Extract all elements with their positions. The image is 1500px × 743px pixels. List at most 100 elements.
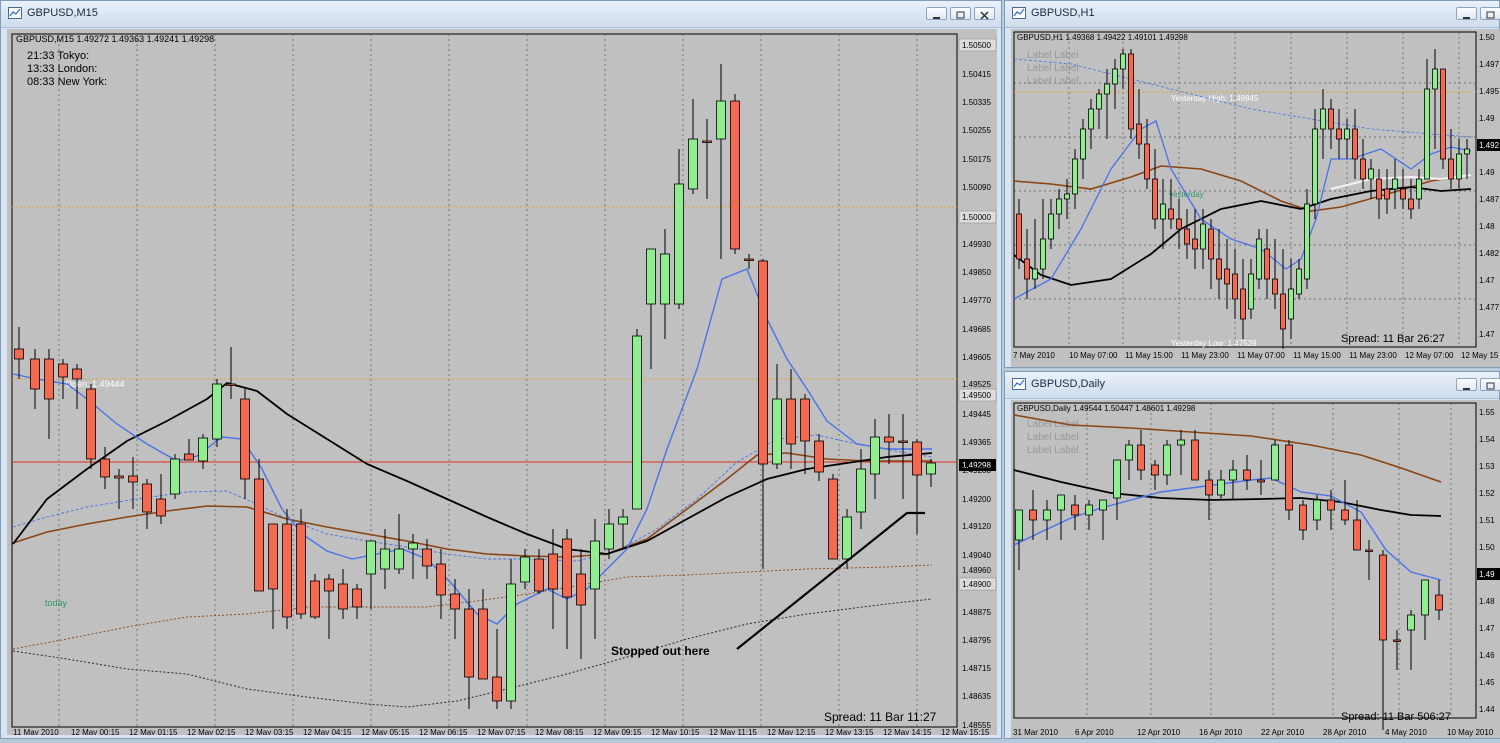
price-tick-label: 1.48875 [962, 608, 991, 617]
m15-chart-area[interactable]: Open: 1.49444 Stopped out here GBPUSD,M15 … [7, 29, 997, 737]
time-tick-label: 11 May 23:00 [1181, 351, 1229, 360]
price-tick-label: 1.492 [1479, 141, 1500, 150]
bearish-candle [296, 523, 306, 615]
overlay-label: Label Label [1027, 63, 1079, 74]
session-time: 21:33 Tokyo: [27, 50, 89, 62]
m15-window-title: GBPUSD,M15 [27, 7, 98, 19]
bearish-candle [1379, 554, 1387, 641]
time-tick-label: 11 May 2010 [13, 728, 59, 735]
bullish-candle [1424, 88, 1430, 180]
ohlc-header: GBPUSD,Daily 1.49544 1.50447 1.48601 1.4… [1017, 404, 1196, 413]
time-tick-label: 12 Apr 2010 [1137, 728, 1181, 737]
bullish-candle [1085, 504, 1093, 516]
bearish-candle [58, 363, 68, 378]
time-tick-label: 7 May 2010 [1013, 351, 1055, 360]
bullish-candle [1177, 439, 1185, 446]
time-tick-label: 10 May 07:00 [1069, 351, 1118, 360]
bullish-candle [632, 335, 642, 510]
price-tick-label: 1.49 [1479, 570, 1495, 579]
bearish-candle [1176, 218, 1182, 230]
price-tick-label: 1.44 [1479, 705, 1495, 714]
time-tick-label: 12 May 04:15 [303, 728, 352, 735]
bearish-candle [1137, 444, 1145, 471]
bearish-candle [1365, 549, 1373, 552]
minimize-button[interactable] [1456, 378, 1477, 391]
bullish-candle [1416, 178, 1422, 200]
bearish-candle [142, 483, 152, 513]
close-button[interactable] [974, 7, 995, 20]
time-tick-label: 12 May 03:15 [245, 728, 294, 735]
chart-window-icon [1012, 7, 1026, 19]
time-tick-label: 12 May 15 [1461, 351, 1499, 360]
minimize-icon [1463, 17, 1470, 19]
bearish-candle [1440, 68, 1446, 160]
restore-button[interactable] [950, 7, 971, 20]
bullish-candle [1217, 479, 1225, 496]
close-icon [980, 11, 989, 20]
price-tick-label: 1.50 [1479, 543, 1495, 552]
bearish-candle [156, 498, 166, 517]
m15-titlebar[interactable]: GBPUSD,M15 [1, 1, 1001, 28]
time-tick-label: 4 May 2010 [1385, 728, 1427, 737]
price-tick-label: 1.47 [1479, 330, 1495, 339]
time-tick-label: 12 May 09:15 [593, 728, 642, 735]
bullish-candle [1113, 459, 1121, 499]
bullish-candle [1015, 509, 1023, 541]
h1-chart-area[interactable]: Yesterday High: 1.49845 Yesterday Low: 1.… [1011, 29, 1500, 367]
bullish-candle [674, 183, 684, 305]
restore-button[interactable] [1480, 7, 1500, 20]
price-tick-label: 1.49 [1479, 114, 1495, 123]
price-tick-label: 1.49605 [962, 353, 991, 362]
bearish-candle [562, 538, 572, 598]
time-tick-label: 12 May 07:15 [477, 728, 526, 735]
m15-chart-svg[interactable]: Open: 1.49444 Stopped out here GBPUSD,M15 … [7, 29, 997, 737]
bearish-candle [1328, 108, 1334, 130]
bearish-candle [1184, 228, 1190, 245]
restore-button[interactable] [1480, 378, 1500, 391]
time-tick-label: 12 May 07:00 [1405, 351, 1454, 360]
minimize-button[interactable] [926, 7, 947, 20]
time-tick-label: 12 May 08:15 [535, 728, 584, 735]
bearish-candle [1016, 213, 1022, 260]
price-tick-label: 1.49200 [962, 495, 991, 504]
bullish-candle [1312, 128, 1318, 205]
bullish-candle [1080, 128, 1086, 160]
time-tick-label: 10 May 2010 [1447, 728, 1494, 737]
price-tick-label: 1.49040 [962, 551, 991, 560]
bearish-candle [184, 453, 194, 461]
bullish-candle [198, 437, 208, 462]
bullish-candle [1125, 444, 1133, 461]
time-tick-label: 12 May 11:15 [709, 728, 757, 735]
bullish-candle [1392, 178, 1398, 190]
h1-chart-svg[interactable]: Yesterday High: 1.49845 Yesterday Low: 1.… [1011, 29, 1500, 367]
daily-chart-svg[interactable]: Label LabelLabel LabelLabel LabelGBPUSD,… [1011, 400, 1500, 738]
price-tick-label: 1.49445 [962, 410, 991, 419]
bullish-candle [408, 542, 418, 550]
price-tick-label: 1.54 [1479, 435, 1495, 444]
bearish-candle [310, 580, 320, 618]
today-label: today [45, 598, 68, 608]
overlay-label: Label Label [1027, 50, 1079, 61]
bearish-candle [14, 348, 24, 360]
price-tick-label: 1.48635 [962, 692, 991, 701]
price-tick-label: 1.50500 [962, 41, 991, 50]
bearish-candle [1128, 53, 1134, 130]
bearish-candle [1029, 509, 1037, 521]
time-tick-label: 12 May 15:15 [941, 728, 990, 735]
bearish-candle [1192, 238, 1198, 250]
minimize-button[interactable] [1456, 7, 1477, 20]
daily-titlebar[interactable]: GBPUSD,Daily [1005, 372, 1500, 399]
bullish-candle [688, 138, 698, 190]
price-tick-label: 1.52 [1479, 489, 1495, 498]
bearish-candle [464, 608, 474, 678]
bullish-candle [1288, 288, 1294, 320]
daily-chart-area[interactable]: Label Label Label Label Label Label GBPUSD,… [1011, 400, 1500, 738]
bearish-candle [114, 475, 124, 479]
bearish-candle [282, 523, 292, 618]
price-tick-label: 1.50415 [962, 70, 991, 79]
bearish-candle [1224, 268, 1230, 285]
bullish-candle [1096, 93, 1102, 110]
bearish-candle [1243, 469, 1251, 481]
bearish-candle [1353, 519, 1361, 551]
h1-titlebar[interactable]: GBPUSD,H1 [1005, 1, 1500, 28]
